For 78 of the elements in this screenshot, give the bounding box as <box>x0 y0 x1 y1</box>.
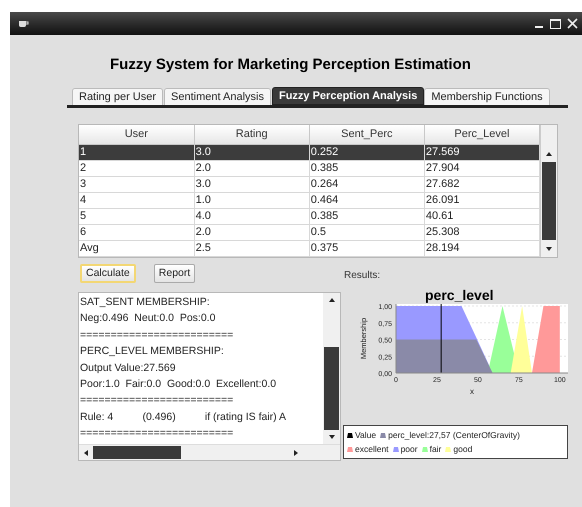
table-cell: 5 <box>79 208 194 224</box>
membership-area <box>532 306 560 373</box>
tab[interactable]: Rating per User <box>72 88 164 105</box>
output-line: Output Value:27.569 <box>80 360 176 376</box>
output-line: SAT_SENT MEMBERSHIP: <box>80 295 210 310</box>
scrollbar-thumb[interactable] <box>324 347 339 430</box>
table-cell: 2.0 <box>194 224 310 240</box>
table-cell: Avg <box>79 240 194 256</box>
down-arrow-icon[interactable] <box>546 246 552 250</box>
table-cell: 0.264 <box>309 176 424 192</box>
table-cell: 27.569 <box>424 144 540 160</box>
legend-label: excellent <box>355 443 389 456</box>
legend-swatch <box>392 446 399 452</box>
app-title: Fuzzy System for Marketing Perception Estimation <box>110 55 471 75</box>
table-cell: 3 <box>79 176 194 192</box>
table-cell: 3.0 <box>194 144 310 160</box>
up-arrow-icon[interactable] <box>328 298 334 302</box>
table-cell: 0.464 <box>309 192 424 208</box>
table-cell: 1.0 <box>194 192 310 208</box>
output-line: PERC_LEVEL MEMBERSHIP: <box>80 344 224 360</box>
table-cell: 27.682 <box>424 176 540 192</box>
table-cell: 6 <box>79 224 194 240</box>
down-arrow-icon[interactable] <box>328 435 334 439</box>
close-icon[interactable] <box>567 18 578 29</box>
legend-label: poor <box>400 443 418 456</box>
legend-label: perc_level:27,57 (CenterOfGravity) <box>388 429 520 442</box>
cup-icon <box>18 19 29 28</box>
table-cell: 0.252 <box>309 144 424 160</box>
tab[interactable]: Fuzzy Perception Analysis <box>272 87 424 105</box>
chart-title: perc_level <box>425 287 494 303</box>
table-cell: 0.385 <box>309 160 424 176</box>
output-line: Rule: 4 (0.496) if (rating IS fair) A <box>80 410 286 425</box>
legend-swatch <box>380 432 386 438</box>
table-cell: 27.904 <box>424 160 540 176</box>
output-line: ========================= <box>80 426 234 442</box>
button[interactable]: Report <box>154 264 196 283</box>
table-cell: 0.375 <box>309 240 424 256</box>
table-cell: 3.0 <box>194 176 310 192</box>
table-cell: 2 <box>79 160 194 176</box>
x-axis-label: x <box>470 387 474 396</box>
table-cell: 2.5 <box>194 240 310 256</box>
legend-swatch <box>422 446 428 452</box>
legend-label: Value <box>355 429 376 442</box>
table-cell: 25.308 <box>424 224 540 240</box>
legend-label: good <box>453 443 472 456</box>
column-header[interactable]: Sent_Perc <box>309 125 424 144</box>
membership-area <box>510 306 532 373</box>
button[interactable]: Calculate <box>80 264 136 283</box>
legend-label: fair <box>430 443 442 456</box>
tab[interactable]: Membership Functions <box>424 88 550 105</box>
up-arrow-icon[interactable] <box>546 152 552 156</box>
legend-swatch <box>347 446 353 452</box>
column-header[interactable]: User <box>79 125 194 144</box>
maximize-icon[interactable] <box>550 18 561 28</box>
table-cell: 0.385 <box>309 208 424 224</box>
table-cell: 26.091 <box>424 192 540 208</box>
column-header[interactable]: Perc_Level <box>424 125 540 144</box>
results-label: Results: <box>344 269 380 283</box>
table-cell: 1 <box>79 144 194 160</box>
left-arrow-icon[interactable] <box>84 450 88 456</box>
right-arrow-icon[interactable] <box>294 450 298 456</box>
table-cell: 40.61 <box>424 208 540 224</box>
legend-swatch <box>445 446 452 452</box>
output-line: ========================= <box>80 393 234 408</box>
column-header[interactable]: Rating <box>194 125 310 144</box>
output-line: ========================= <box>80 328 234 343</box>
table-cell: 4 <box>79 192 194 208</box>
table-cell: 28.194 <box>424 240 540 256</box>
output-line: Poor:1.0 Fair:0.0 Good:0.0 Excellent:0.0 <box>80 377 276 392</box>
scrollbar-thumb[interactable] <box>93 446 181 459</box>
table-cell: 0.5 <box>309 224 424 240</box>
scrollbar[interactable] <box>540 125 557 257</box>
tab[interactable]: Sentiment Analysis <box>164 88 271 105</box>
value-line <box>440 304 442 374</box>
table-cell: 2.0 <box>194 160 310 176</box>
table-cell: 4.0 <box>194 208 310 224</box>
legend-swatch <box>347 432 353 438</box>
output-line: Neg:0.496 Neut:0.0 Pos:0.0 <box>80 311 216 326</box>
